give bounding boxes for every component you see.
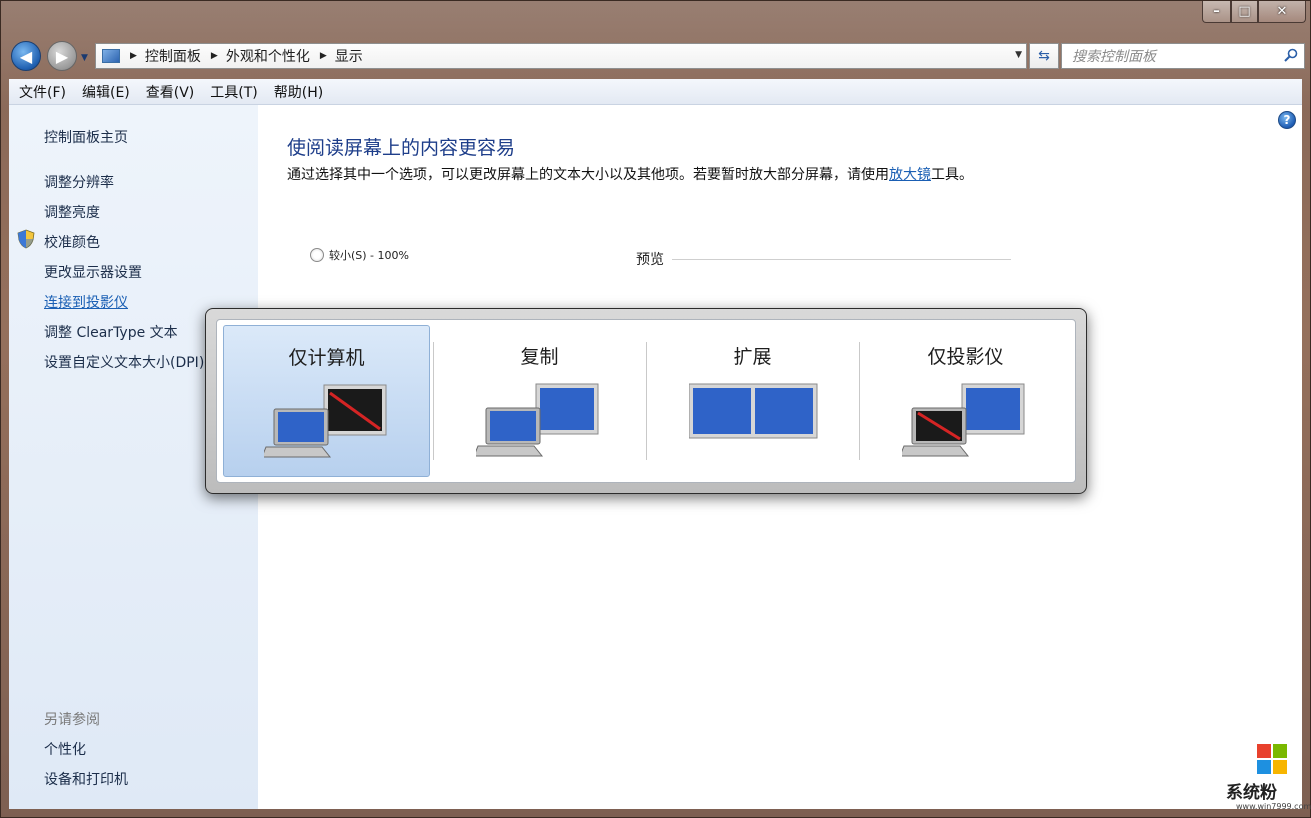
sidebar-item-resolution[interactable]: 调整分辨率 <box>44 172 114 192</box>
projector-option-extend[interactable]: 扩展 <box>649 325 856 477</box>
option-label: 复制 <box>520 346 559 368</box>
see-also-heading: 另请参阅 <box>44 712 100 728</box>
projector-option-projector-only[interactable]: 仅投影仪 <box>862 325 1069 477</box>
menu-edit[interactable]: 编辑(E) <box>82 82 130 102</box>
shield-icon <box>17 229 35 249</box>
option-small-label: 较小(S) - 100% <box>329 249 409 262</box>
minimize-button[interactable]: – <box>1202 1 1231 23</box>
projector-switcher: 仅计算机 复制 扩展 仅投影仪 <box>205 308 1087 494</box>
sidebar-item-brightness[interactable]: 调整亮度 <box>44 202 100 222</box>
close-button[interactable]: ✕ <box>1258 1 1306 23</box>
breadcrumb-separator-icon[interactable]: ▶ <box>320 51 327 61</box>
preview-label: 预览 <box>636 252 664 268</box>
option-divider <box>646 342 647 460</box>
help-icon[interactable]: ? <box>1278 111 1296 129</box>
sidebar-item-display-settings[interactable]: 更改显示器设置 <box>44 262 142 282</box>
breadcrumb-separator-icon[interactable]: ▶ <box>130 51 137 61</box>
computer-only-icon <box>264 384 387 458</box>
menu-bar: 文件(F) 编辑(E) 查看(V) 工具(T) 帮助(H) <box>9 79 1302 105</box>
menu-help[interactable]: 帮助(H) <box>274 82 323 102</box>
sidebar-item-personalization[interactable]: 个性化 <box>44 739 86 759</box>
description-suffix: 工具。 <box>931 167 973 183</box>
breadcrumb-appearance[interactable]: 外观和个性化 <box>226 46 310 66</box>
recent-pages-chevron-icon[interactable]: ▼ <box>81 53 88 63</box>
menu-view[interactable]: 查看(V) <box>146 82 195 102</box>
breadcrumb-display[interactable]: 显示 <box>335 46 363 66</box>
maximize-button[interactable]: □ <box>1231 1 1258 23</box>
option-small[interactable]: 较小(S) - 100% <box>310 247 409 263</box>
option-divider <box>859 342 860 460</box>
sidebar-item-devices-printers[interactable]: 设备和打印机 <box>44 769 128 789</box>
sidebar-item-cleartype[interactable]: 调整 ClearType 文本 <box>44 322 178 342</box>
back-arrow-icon: ◀ <box>19 46 33 66</box>
control-panel-window: – □ ✕ ◀ ▶ ▼ ▶ 控制面板 ▶ 外观和个性化 ▶ 显示 ▼ ⇆ 搜索控… <box>0 0 1311 818</box>
menu-tools[interactable]: 工具(T) <box>210 82 257 102</box>
address-dropdown-icon[interactable]: ▼ <box>1015 50 1022 60</box>
extend-icon <box>689 383 818 439</box>
sidebar-item-custom-dpi[interactable]: 设置自定义文本大小(DPI) <box>44 352 204 372</box>
forward-arrow-icon: ▶ <box>55 46 69 66</box>
breadcrumb-separator-icon[interactable]: ▶ <box>211 51 218 61</box>
sidebar-item-projector[interactable]: 连接到投影仪 <box>44 292 128 312</box>
duplicate-icon <box>476 383 599 457</box>
watermark-url: www.win7999.com <box>1236 802 1311 811</box>
sidebar-item-home[interactable]: 控制面板主页 <box>44 127 128 147</box>
refresh-button[interactable]: ⇆ <box>1029 43 1059 69</box>
back-button[interactable]: ◀ <box>11 41 41 71</box>
address-bar[interactable]: ▶ 控制面板 ▶ 外观和个性化 ▶ 显示 ▼ <box>95 43 1027 69</box>
search-placeholder: 搜索控制面板 <box>1072 49 1156 65</box>
search-icon[interactable] <box>1284 48 1298 62</box>
sidebar-item-calibrate-color[interactable]: 校准颜色 <box>44 232 100 252</box>
watermark-text: 系统粉 <box>1226 783 1277 803</box>
forward-button[interactable]: ▶ <box>47 41 77 71</box>
option-label: 扩展 <box>733 346 772 368</box>
magnifier-link[interactable]: 放大镜 <box>889 167 931 183</box>
projector-option-duplicate[interactable]: 复制 <box>436 325 643 477</box>
radio-button[interactable] <box>310 248 324 262</box>
option-label: 仅投影仪 <box>927 346 1004 368</box>
refresh-icon: ⇆ <box>1038 48 1050 64</box>
page-title: 使阅读屏幕上的内容更容易 <box>287 137 516 159</box>
navigation-bar: ◀ ▶ ▼ ▶ 控制面板 ▶ 外观和个性化 ▶ 显示 ▼ ⇆ 搜索控制面板 <box>9 39 1305 73</box>
search-input[interactable]: 搜索控制面板 <box>1061 43 1305 69</box>
preview-divider <box>672 259 1011 260</box>
menu-file[interactable]: 文件(F) <box>19 82 66 102</box>
option-label: 仅计算机 <box>288 347 365 369</box>
projector-option-computer-only[interactable]: 仅计算机 <box>223 325 430 477</box>
breadcrumb-control-panel[interactable]: 控制面板 <box>145 46 201 66</box>
projector-options-panel: 仅计算机 复制 扩展 仅投影仪 <box>216 319 1076 483</box>
page-description: 通过选择其中一个选项，可以更改屏幕上的文本大小以及其他项。若要暂时放大部分屏幕，… <box>287 165 997 186</box>
option-divider <box>433 342 434 460</box>
control-panel-icon <box>102 49 120 63</box>
description-text: 通过选择其中一个选项，可以更改屏幕上的文本大小以及其他项。若要暂时放大部分屏幕，… <box>287 167 889 183</box>
projector-only-icon <box>902 383 1025 457</box>
caption-buttons: – □ ✕ <box>1202 1 1306 27</box>
